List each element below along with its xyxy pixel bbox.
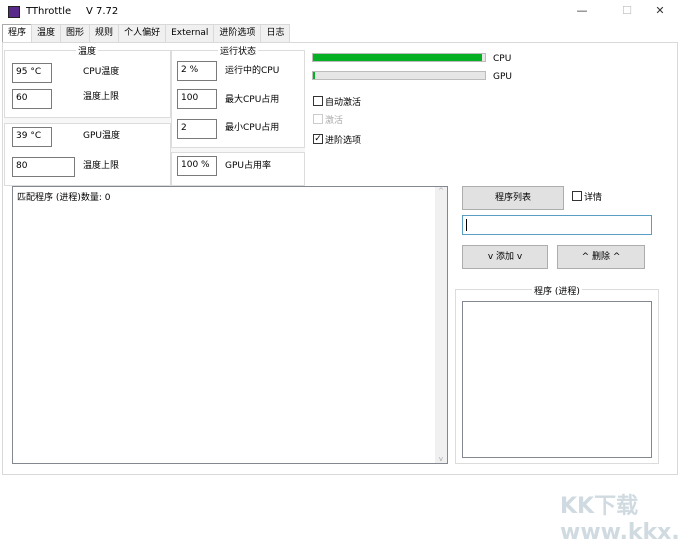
tab-graph[interactable]: 图形 bbox=[60, 24, 91, 42]
tab-programs[interactable]: 程序 bbox=[2, 24, 33, 43]
details-checkbox[interactable] bbox=[572, 191, 582, 201]
gpu-limit-field[interactable]: 80 bbox=[12, 157, 75, 177]
process-name-input[interactable] bbox=[462, 215, 652, 235]
status-group-title: 运行状态 bbox=[218, 44, 259, 57]
delete-button[interactable]: ^ 删除 ^ bbox=[557, 245, 645, 269]
cpu-limit-label: 温度上限 bbox=[83, 92, 120, 102]
tab-bar: 程序 温度 图形 规则 个人偏好 External 进阶选项 日志 bbox=[2, 24, 291, 43]
activate-checkbox[interactable] bbox=[313, 114, 323, 124]
gpu-progress-fill bbox=[313, 72, 315, 79]
gpu-temp-label: GPU温度 bbox=[83, 131, 120, 141]
gpu-bar-label: GPU bbox=[493, 72, 512, 82]
process-list[interactable] bbox=[462, 301, 652, 458]
running-cpu-label: 运行中的CPU bbox=[225, 66, 280, 76]
min-cpu-field[interactable]: 2 bbox=[177, 119, 217, 139]
max-cpu-field[interactable]: 100 bbox=[177, 89, 217, 109]
advanced-checkbox[interactable]: ✓ bbox=[313, 134, 323, 144]
tab-rules[interactable]: 规则 bbox=[89, 24, 120, 42]
auto-activate-label: 自动激活 bbox=[325, 98, 362, 108]
details-label: 详情 bbox=[584, 193, 603, 203]
minimize-button[interactable]: — bbox=[567, 4, 597, 17]
running-cpu-field[interactable]: 2 % bbox=[177, 61, 217, 81]
divider bbox=[171, 147, 305, 153]
matched-process-list[interactable]: 匹配程序 (进程)数量: 0 ^ v bbox=[12, 186, 448, 464]
cpu-progress-fill bbox=[313, 54, 482, 61]
tab-advanced[interactable]: 进阶选项 bbox=[213, 24, 262, 42]
temperature-group-title: 温度 bbox=[76, 44, 99, 57]
add-button[interactable]: v 添加 v bbox=[462, 245, 548, 269]
tab-preferences[interactable]: 个人偏好 bbox=[118, 24, 167, 42]
vertical-scrollbar[interactable]: ^ v bbox=[435, 187, 447, 463]
cpu-temp-label: CPU温度 bbox=[83, 67, 120, 77]
matched-count-text: 匹配程序 (进程)数量: 0 bbox=[17, 193, 111, 203]
gpu-progress-bar bbox=[312, 71, 486, 80]
app-icon bbox=[8, 6, 20, 18]
gpu-usage-label: GPU占用率 bbox=[225, 161, 271, 171]
cpu-temp-field[interactable]: 95 °C bbox=[12, 63, 52, 83]
maximize-button[interactable]: ☐ bbox=[612, 4, 642, 17]
cpu-progress-bar bbox=[312, 53, 486, 62]
scroll-down-icon[interactable]: v bbox=[435, 455, 447, 463]
window-title: TThrottle bbox=[26, 6, 72, 17]
min-cpu-label: 最小CPU占用 bbox=[225, 123, 280, 133]
gpu-temp-field[interactable]: 39 °C bbox=[12, 127, 52, 147]
text-cursor bbox=[466, 219, 467, 231]
tab-log[interactable]: 日志 bbox=[260, 24, 291, 42]
gpu-usage-field[interactable]: 100 % bbox=[177, 156, 217, 176]
cpu-limit-field[interactable]: 60 bbox=[12, 89, 52, 109]
max-cpu-label: 最大CPU占用 bbox=[225, 95, 280, 105]
program-list-button[interactable]: 程序列表 bbox=[462, 186, 564, 210]
tab-temperature[interactable]: 温度 bbox=[31, 24, 62, 42]
cpu-bar-label: CPU bbox=[493, 54, 512, 64]
process-group-title: 程序 (进程) bbox=[532, 284, 582, 297]
tab-external[interactable]: External bbox=[165, 24, 215, 42]
scroll-up-icon[interactable]: ^ bbox=[435, 187, 447, 195]
divider bbox=[4, 117, 171, 124]
watermark: KK下载 www.kkx.net bbox=[560, 494, 680, 545]
close-button[interactable]: ✕ bbox=[645, 4, 675, 17]
activate-label: 激活 bbox=[325, 116, 344, 126]
title-bar: TThrottle V 7.72 — ☐ ✕ bbox=[0, 0, 680, 24]
advanced-label: 进阶选项 bbox=[325, 136, 362, 146]
gpu-limit-label: 温度上限 bbox=[83, 161, 120, 171]
auto-activate-checkbox[interactable] bbox=[313, 96, 323, 106]
version: V 7.72 bbox=[86, 6, 119, 17]
